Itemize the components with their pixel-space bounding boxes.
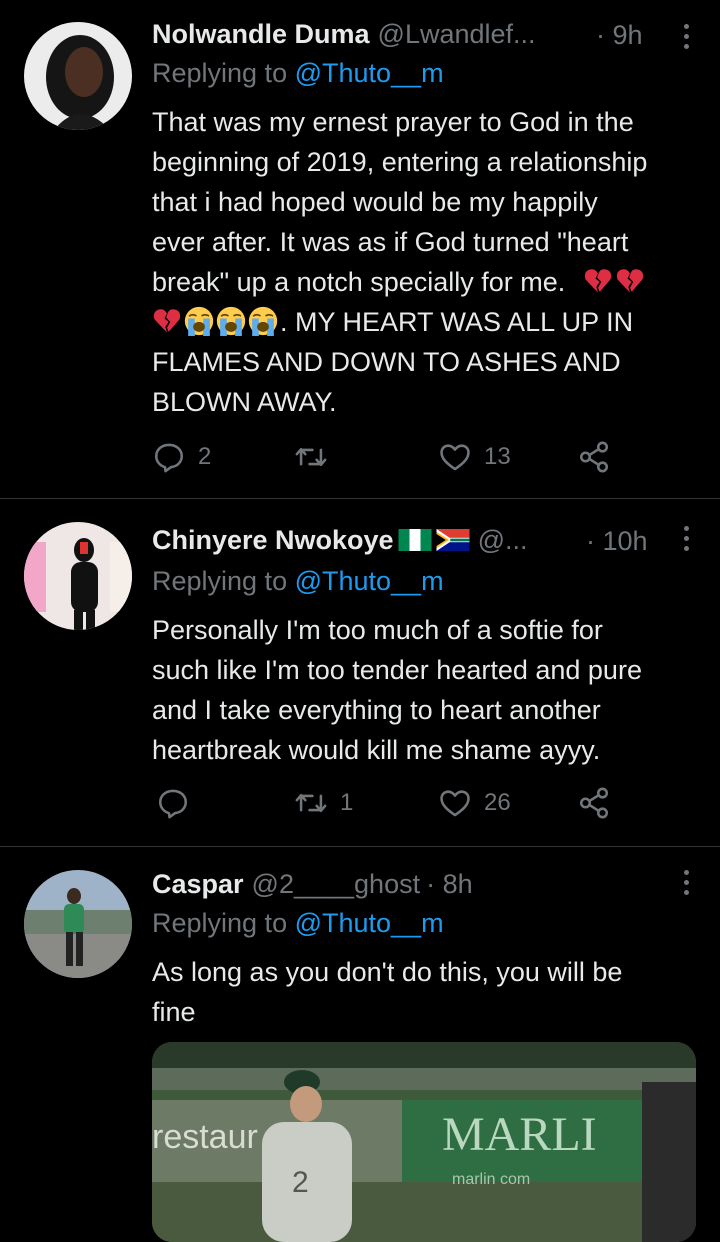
reply-icon <box>158 789 188 819</box>
broken-heart-icon <box>616 269 643 293</box>
author-name[interactable]: Nolwandle Duma <box>152 19 370 50</box>
tweet-chinyere[interactable]: Chinyere Nwokoye @... · 10h Replying to … <box>0 500 720 848</box>
retweet-icon <box>295 793 327 813</box>
share-button[interactable] <box>577 786 611 820</box>
reply-icon <box>154 443 184 473</box>
reply-button[interactable]: 2 <box>152 440 211 474</box>
heart-icon <box>440 790 470 817</box>
retweet-button[interactable] <box>294 440 340 474</box>
replying-to: Replying to @Thuto__m <box>152 566 444 596</box>
avatar[interactable] <box>24 870 132 978</box>
mention-link[interactable]: @Thuto__m <box>295 58 444 88</box>
mention-link[interactable]: @Thuto__m <box>295 566 444 596</box>
broken-heart-icon <box>584 269 611 293</box>
tweet-time[interactable]: · 9h <box>596 20 643 51</box>
replying-to: Replying to @Thuto__m <box>152 908 444 938</box>
share-icon <box>579 787 609 819</box>
tweet-time[interactable]: · 8h <box>426 869 473 900</box>
more-options-icon[interactable] <box>682 526 690 551</box>
tweet-text: That was my ernest prayer to God in the … <box>152 107 648 417</box>
tweet-time[interactable]: · 10h <box>586 526 648 557</box>
retweet-count: 1 <box>340 789 354 816</box>
reply-button[interactable] <box>156 786 202 820</box>
nigeria-flag-icon <box>398 529 432 551</box>
svg-text:2: 2 <box>292 1166 309 1199</box>
author-name[interactable]: Chinyere Nwokoye <box>152 525 394 556</box>
avatar[interactable] <box>24 522 132 630</box>
heart-icon <box>440 444 470 471</box>
more-options-icon[interactable] <box>682 24 690 49</box>
media-sign-text: restaur <box>152 1118 258 1156</box>
broken-heart-icon <box>153 309 181 333</box>
like-count: 13 <box>484 443 511 470</box>
author-handle[interactable]: @2____ghost <box>252 869 421 900</box>
tweet-media-video[interactable]: restaur MARLI marlin com 2 <box>152 1042 696 1242</box>
retweet-icon <box>295 447 327 467</box>
share-icon <box>579 441 609 473</box>
media-sign-text: marlin com <box>452 1171 530 1188</box>
loudly-crying-face-icon <box>248 306 278 336</box>
more-options-icon[interactable] <box>682 870 690 895</box>
retweet-button[interactable]: 1 <box>294 786 353 820</box>
reply-count: 2 <box>198 443 212 470</box>
replying-to: Replying to @Thuto__m <box>152 58 444 88</box>
divider <box>0 498 720 499</box>
like-count: 26 <box>484 789 511 816</box>
divider <box>0 846 720 847</box>
loudly-crying-face-icon <box>184 306 214 336</box>
tweet-nolwandle[interactable]: Nolwandle Duma @Lwandlef... · 9h Replyin… <box>0 0 720 500</box>
media-sign-text: MARLI <box>442 1108 597 1161</box>
author-name[interactable]: Caspar <box>152 869 244 900</box>
author-handle[interactable]: @Lwandlef... <box>378 19 536 50</box>
like-button[interactable]: 13 <box>438 440 511 474</box>
loudly-crying-face-icon <box>216 306 246 336</box>
author-handle[interactable]: @... <box>478 525 528 556</box>
share-button[interactable] <box>577 440 611 474</box>
mention-link[interactable]: @Thuto__m <box>295 908 444 938</box>
tweet-text: As long as you don't do this, you will b… <box>152 957 623 1027</box>
south-africa-flag-icon <box>436 529 470 551</box>
avatar[interactable] <box>24 22 132 130</box>
like-button[interactable]: 26 <box>438 786 511 820</box>
tweet-text: Personally I'm too much of a softie for … <box>152 615 642 765</box>
